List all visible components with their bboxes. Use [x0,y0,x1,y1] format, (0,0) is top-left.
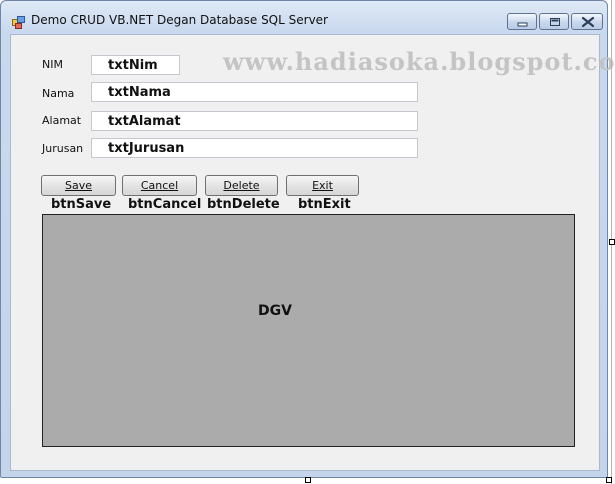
app-window-icon[interactable] [12,14,25,29]
data-grid-view[interactable]: DGV [42,214,575,447]
watermark-text: www.hadiasoka.blogspot.com [223,47,615,76]
resize-handle-right[interactable] [609,239,615,245]
maximize-button[interactable] [539,13,569,30]
cancel-button-caption: btnCancel [128,197,202,212]
alamat-field[interactable] [91,111,418,131]
nama-label: Nama [42,87,75,100]
delete-button-caption: btnDelete [207,197,280,212]
nim-label: NIM [42,58,63,71]
window-title: Demo CRUD VB.NET Degan Database SQL Serv… [31,13,328,27]
exit-button[interactable]: Exit [286,175,359,196]
minimize-button[interactable] [507,13,537,30]
title-bar[interactable]: Demo CRUD VB.NET Degan Database SQL Serv… [1,1,607,35]
resize-handle-bottom[interactable] [305,477,311,483]
nama-field[interactable] [91,82,418,102]
close-button[interactable] [571,13,603,30]
grid-label: DGV [258,303,292,319]
nim-field[interactable] [91,55,180,75]
resize-handle-corner[interactable] [606,477,612,483]
alamat-label: Alamat [42,114,82,127]
cancel-button[interactable]: Cancel [122,175,197,196]
save-button-caption: btnSave [51,197,112,212]
jurusan-field[interactable] [91,138,418,158]
jurusan-label: Jurusan [42,142,84,155]
delete-button[interactable]: Delete [205,175,278,196]
save-button[interactable]: Save [41,175,116,196]
exit-button-caption: btnExit [298,197,351,212]
